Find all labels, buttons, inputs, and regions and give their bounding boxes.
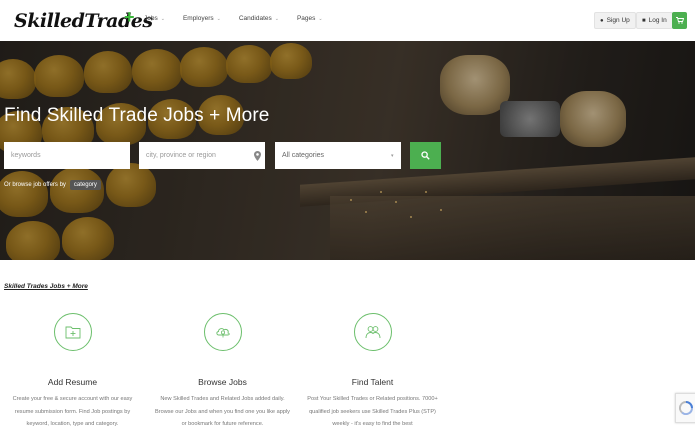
- people-icon: [365, 326, 380, 339]
- search-icon: [421, 151, 430, 160]
- log-in-button[interactable]: ■ Log In: [636, 12, 673, 29]
- feature-description: New Skilled Trades and Related Jobs adde…: [155, 396, 290, 427]
- lock-icon: ■: [642, 17, 646, 24]
- category-selected-value: All categories: [282, 152, 325, 159]
- feature-icon-circle[interactable]: [353, 313, 392, 351]
- browse-text: Or browse job offers by: [4, 182, 66, 188]
- recaptcha-icon: [679, 401, 693, 415]
- menu-item-employers[interactable]: Employers ⌄: [183, 15, 221, 22]
- feature-title: Find Talent: [351, 377, 394, 387]
- section-heading-link[interactable]: Skilled Trades Jobs + More: [4, 283, 88, 290]
- category-select[interactable]: All categories ▾: [275, 142, 401, 169]
- menu-item-jobs[interactable]: Jobs ⌄: [144, 15, 165, 22]
- menu-label: Employers: [182, 15, 214, 22]
- feature-add-resume: Add Resume Create your free & secure acc…: [5, 313, 140, 427]
- cart-icon: [675, 17, 684, 24]
- recaptcha-badge[interactable]: [675, 393, 695, 423]
- chevron-down-icon: ⌄: [274, 15, 279, 22]
- hero-title: Find Skilled Trade Jobs + More: [4, 105, 270, 126]
- main-menu: Jobs ⌄ Employers ⌄ Candidates ⌄ Pages ⌄: [144, 15, 341, 22]
- feature-description: Create your free & secure account with o…: [12, 396, 133, 427]
- menu-label: Pages: [296, 15, 316, 22]
- cart-button[interactable]: [672, 12, 687, 29]
- location-placeholder: city, province or region: [146, 152, 216, 159]
- chevron-down-icon: ⌄: [216, 15, 221, 22]
- menu-label: Candidates: [238, 15, 272, 22]
- user-icon: ●: [600, 17, 604, 24]
- feature-browse-jobs: Browse Jobs New Skilled Trades and Relat…: [155, 313, 290, 427]
- browse-by-category: Or browse job offers by category: [4, 180, 101, 190]
- sign-up-button[interactable]: ● Sign Up: [594, 12, 636, 29]
- category-button[interactable]: category: [69, 180, 101, 190]
- logo-plus-icon: +: [124, 7, 135, 27]
- chevron-down-icon: ▾: [391, 153, 394, 159]
- feature-icon-circle[interactable]: [53, 313, 92, 351]
- hero-banner: Find Skilled Trade Jobs + More keywords …: [0, 41, 695, 260]
- menu-item-pages[interactable]: Pages ⌄: [297, 15, 323, 22]
- map-pin-icon: [254, 151, 261, 161]
- sign-up-label: Sign Up: [606, 17, 630, 24]
- location-input[interactable]: city, province or region: [139, 142, 265, 169]
- folder-plus-icon: [65, 326, 80, 339]
- chevron-down-icon: ⌄: [318, 15, 323, 22]
- cloud-lightbulb-icon: [215, 328, 230, 338]
- feature-title: Add Resume: [47, 377, 98, 387]
- chevron-down-icon: ⌄: [160, 15, 165, 22]
- top-navbar: SkilledTrades + Jobs ⌄ Employers ⌄ Candida…: [0, 0, 695, 41]
- menu-label: Jobs: [144, 15, 158, 22]
- log-in-label: Log In: [648, 17, 667, 24]
- search-button[interactable]: [410, 142, 441, 169]
- feature-icon-circle[interactable]: [203, 313, 242, 351]
- feature-title: Browse Jobs: [198, 377, 247, 387]
- menu-item-candidates[interactable]: Candidates ⌄: [239, 15, 279, 22]
- site-logo[interactable]: SkilledTrades +: [14, 7, 153, 36]
- keywords-input[interactable]: keywords: [4, 142, 130, 169]
- feature-description: Post Your Skilled Trades or Related posi…: [307, 396, 438, 427]
- keywords-placeholder: keywords: [11, 152, 41, 159]
- feature-find-talent: Find Talent Post Your Skilled Trades or …: [305, 313, 440, 427]
